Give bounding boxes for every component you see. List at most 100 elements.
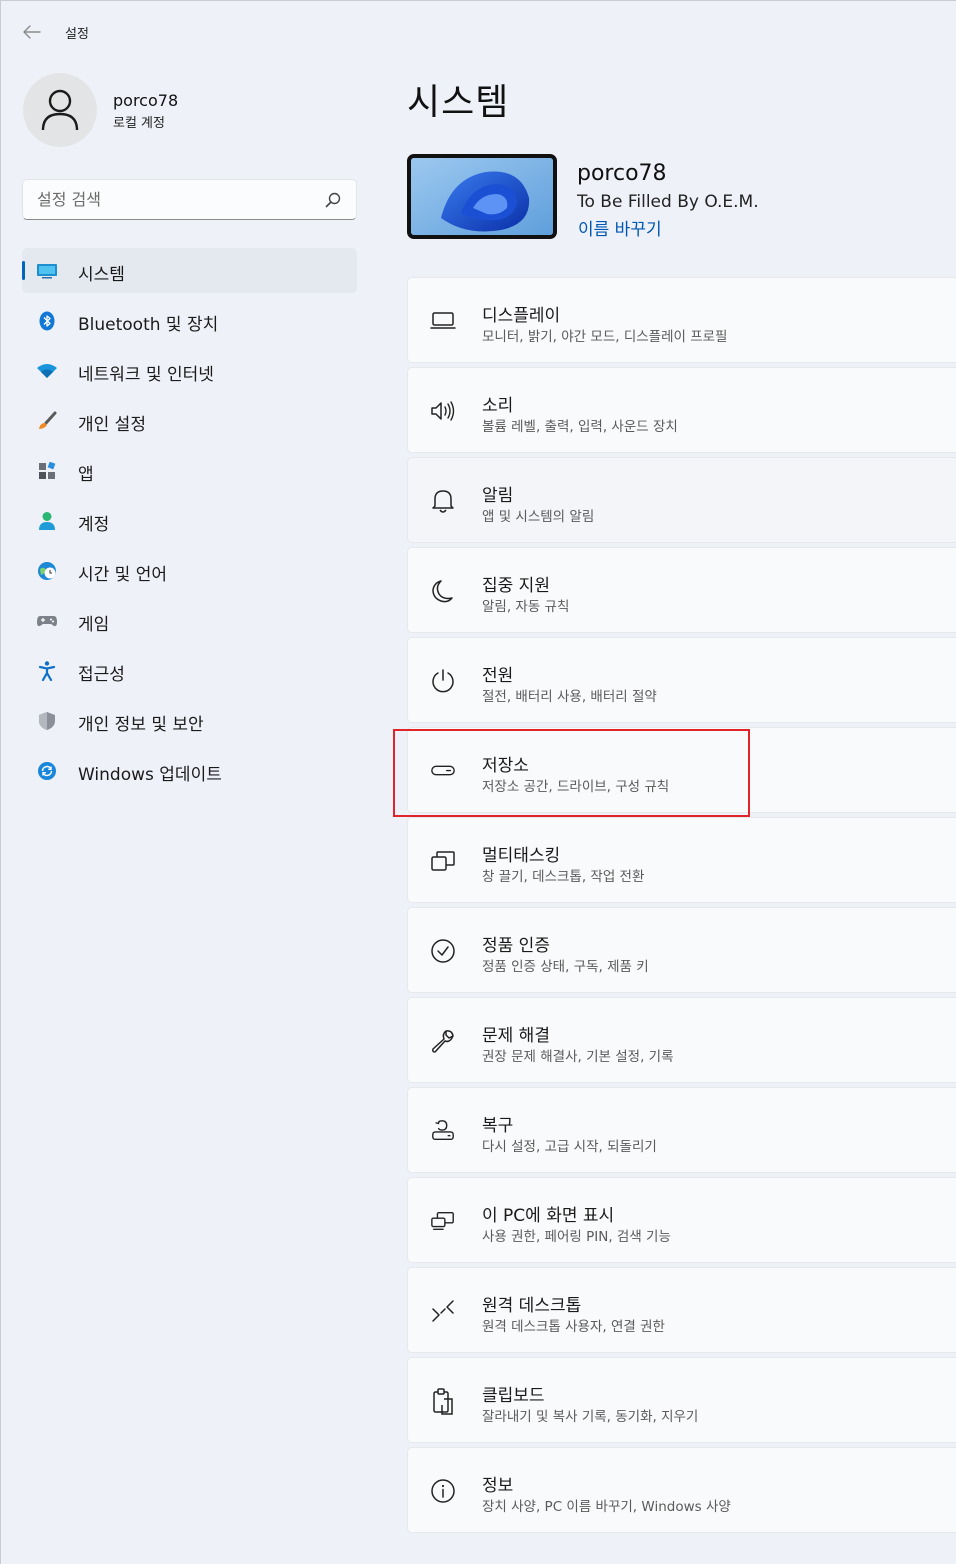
sidebar-item-label: 앱: [78, 465, 94, 485]
apps-icon: [36, 460, 58, 482]
card-title: 문제 해결: [482, 1026, 550, 1046]
bell-icon: [430, 488, 456, 514]
card-subtitle: 원격 데스크톱 사용자, 연결 권한: [482, 1319, 665, 1335]
sidebar-item-bluetooth[interactable]: Bluetooth 및 장치: [22, 298, 357, 343]
card-title: 저장소: [482, 756, 529, 776]
clipboard-icon: [430, 1388, 456, 1415]
card-subtitle: 절전, 배터리 사용, 배터리 절약: [482, 689, 657, 705]
brush-icon: [36, 410, 58, 432]
wifi-icon: [36, 360, 58, 382]
rename-link[interactable]: 이름 바꾸기: [578, 215, 662, 240]
multitasking-icon: [430, 848, 456, 874]
sidebar-item-label: Bluetooth 및 장치: [78, 315, 219, 335]
settings-list: 디스플레이 모니터, 밝기, 야간 모드, 디스플레이 프로필 소리 볼륨 레벨…: [407, 277, 956, 1537]
power-icon: [430, 668, 456, 694]
sidebar-item-label: Windows 업데이트: [78, 765, 222, 785]
device-name: porco78: [577, 161, 667, 186]
sidebar-item-label: 네트워크 및 인터넷: [78, 365, 214, 385]
settings-card-sound[interactable]: 소리 볼륨 레벨, 출력, 입력, 사운드 장치: [407, 367, 956, 453]
settings-card-clipboard[interactable]: 클립보드 잘라내기 및 복사 기록, 동기화, 지우기: [407, 1357, 956, 1443]
card-subtitle: 저장소 공간, 드라이브, 구성 규칙: [482, 779, 670, 795]
settings-card-projecting[interactable]: 이 PC에 화면 표시 사용 권한, 페어링 PIN, 검색 기능: [407, 1177, 956, 1263]
card-title: 전원: [482, 666, 514, 686]
sidebar-item-label: 계정: [78, 515, 110, 535]
shield-icon: [36, 710, 58, 732]
update-icon: [36, 760, 58, 782]
settings-card-power[interactable]: 전원 절전, 배터리 사용, 배터리 절약: [407, 637, 956, 723]
sidebar-item-system[interactable]: 시스템: [22, 248, 357, 293]
card-subtitle: 사용 권한, 페어링 PIN, 검색 기능: [482, 1229, 671, 1245]
account-icon: [36, 510, 58, 532]
remote-desktop-icon: [430, 1298, 456, 1324]
projecting-icon: [430, 1208, 456, 1234]
back-arrow-icon: [23, 25, 41, 39]
sidebar-item-label: 게임: [78, 615, 110, 635]
card-subtitle: 모니터, 밝기, 야간 모드, 디스플레이 프로필: [482, 329, 728, 345]
card-subtitle: 다시 설정, 고급 시작, 되돌리기: [482, 1139, 657, 1155]
card-title: 소리: [482, 396, 514, 416]
card-title: 원격 데스크톱: [482, 1296, 582, 1316]
card-subtitle: 권장 문제 해결사, 기본 설정, 기록: [482, 1049, 674, 1065]
user-icon: [41, 89, 79, 131]
settings-card-activation[interactable]: 정품 인증 정품 인증 상태, 구독, 제품 키: [407, 907, 956, 993]
card-subtitle: 알림, 자동 규칙: [482, 599, 570, 615]
page-title: 시스템: [407, 82, 510, 123]
card-subtitle: 볼륨 레벨, 출력, 입력, 사운드 장치: [482, 419, 678, 435]
sidebar-item-label: 시간 및 언어: [78, 565, 168, 585]
search-box: [22, 179, 357, 220]
card-title: 정보: [482, 1476, 514, 1496]
settings-card-about[interactable]: 정보 장치 사양, PC 이름 바꾸기, Windows 사양: [407, 1447, 956, 1533]
profile-name: porco78: [113, 91, 179, 110]
search-icon[interactable]: [324, 191, 342, 209]
time-language-icon: [36, 560, 58, 582]
back-button[interactable]: [19, 21, 45, 43]
card-title: 복구: [482, 1116, 514, 1136]
card-subtitle: 정품 인증 상태, 구독, 제품 키: [482, 959, 649, 975]
card-title: 이 PC에 화면 표시: [482, 1206, 615, 1226]
recovery-icon: [430, 1118, 456, 1144]
settings-card-storage[interactable]: 저장소 저장소 공간, 드라이브, 구성 규칙: [407, 727, 956, 813]
sidebar-item-privacy[interactable]: 개인 정보 및 보안: [22, 698, 357, 743]
system-icon: [36, 260, 58, 282]
settings-window: 설정 porco78 로컬 계정 시스템 Bluetooth 및 장치: [0, 0, 956, 1564]
card-subtitle: 장치 사양, PC 이름 바꾸기, Windows 사양: [482, 1499, 731, 1515]
moon-icon: [430, 578, 456, 604]
sidebar-item-label: 개인 설정: [78, 415, 146, 435]
settings-card-remote-desktop[interactable]: 원격 데스크톱 원격 데스크톱 사용자, 연결 권한: [407, 1267, 956, 1353]
sidebar-item-label: 시스템: [78, 265, 125, 285]
card-title: 클립보드: [482, 1386, 545, 1406]
avatar[interactable]: [23, 73, 97, 147]
sidebar-item-windows-update[interactable]: Windows 업데이트: [22, 748, 357, 793]
settings-card-focus-assist[interactable]: 집중 지원 알림, 자동 규칙: [407, 547, 956, 633]
accessibility-icon: [36, 660, 58, 682]
settings-card-multitasking[interactable]: 멀티태스킹 창 끌기, 데스크톱, 작업 전환: [407, 817, 956, 903]
card-title: 디스플레이: [482, 306, 561, 326]
bluetooth-icon: [36, 310, 58, 332]
sidebar-item-gaming[interactable]: 게임: [22, 598, 357, 643]
card-title: 알림: [482, 486, 514, 506]
sidebar-item-network[interactable]: 네트워크 및 인터넷: [22, 348, 357, 393]
card-title: 정품 인증: [482, 936, 550, 956]
sound-icon: [430, 398, 456, 424]
title-bar: 설정: [1, 1, 956, 63]
sidebar-item-time-language[interactable]: 시간 및 언어: [22, 548, 357, 593]
settings-card-notifications[interactable]: 알림 앱 및 시스템의 알림: [407, 457, 956, 543]
activation-icon: [430, 938, 456, 964]
display-icon: [430, 308, 456, 334]
device-wallpaper-thumbnail: [407, 154, 557, 239]
settings-card-troubleshoot[interactable]: 문제 해결 권장 문제 해결사, 기본 설정, 기록: [407, 997, 956, 1083]
device-model: To Be Filled By O.E.M.: [577, 192, 759, 212]
card-title: 집중 지원: [482, 576, 550, 596]
card-subtitle: 앱 및 시스템의 알림: [482, 509, 595, 525]
profile-account-type: 로컬 계정: [113, 116, 165, 131]
settings-card-recovery[interactable]: 복구 다시 설정, 고급 시작, 되돌리기: [407, 1087, 956, 1173]
card-subtitle: 창 끌기, 데스크톱, 작업 전환: [482, 869, 645, 885]
sidebar-item-accounts[interactable]: 계정: [22, 498, 357, 543]
sidebar-item-accessibility[interactable]: 접근성: [22, 648, 357, 693]
card-title: 멀티태스킹: [482, 846, 561, 866]
sidebar-item-personalization[interactable]: 개인 설정: [22, 398, 357, 443]
search-input[interactable]: [23, 180, 313, 219]
settings-card-display[interactable]: 디스플레이 모니터, 밝기, 야간 모드, 디스플레이 프로필: [407, 277, 956, 363]
sidebar-item-apps[interactable]: 앱: [22, 448, 357, 493]
app-title: 설정: [65, 27, 89, 42]
